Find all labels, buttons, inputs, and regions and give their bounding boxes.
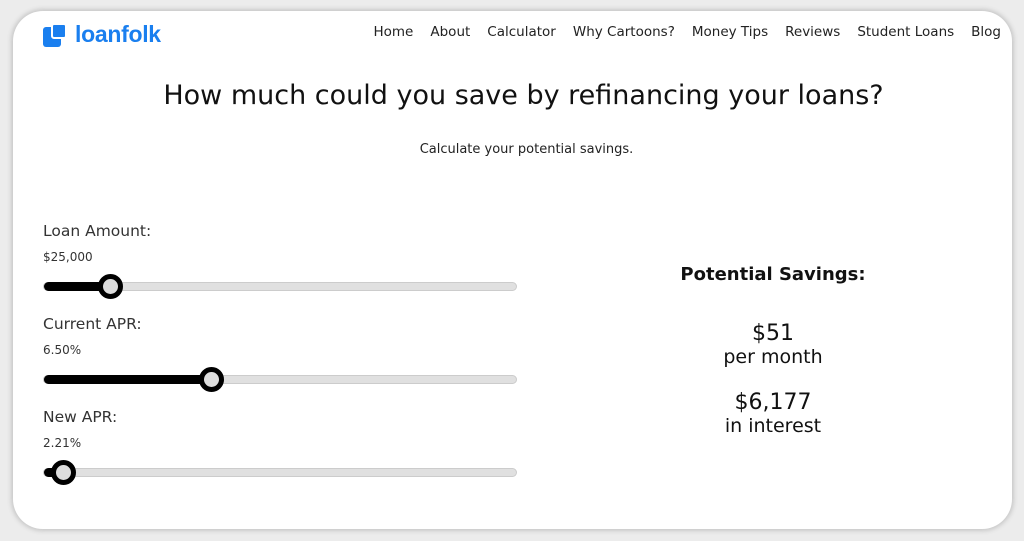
loan-amount-slider[interactable] [43, 274, 517, 299]
nav-why-cartoons[interactable]: Why Cartoons? [573, 24, 675, 40]
nav-blog[interactable]: Blog [971, 24, 1001, 40]
nav-home[interactable]: Home [374, 24, 414, 40]
slider-thumb[interactable] [50, 460, 76, 485]
nav-money-tips[interactable]: Money Tips [692, 24, 768, 40]
slider-value: 2.21% [43, 436, 82, 450]
nav-student-loans[interactable]: Student Loans [857, 24, 954, 40]
main-nav: Home About Calculator Why Cartoons? Mone… [374, 24, 1002, 40]
interest-amount: $6,177 [734, 390, 812, 415]
logo[interactable]: loanfolk [43, 21, 161, 48]
current-apr-control: Current APR: 6.50% [43, 315, 517, 392]
monthly-amount: $51 [752, 321, 794, 346]
logo-icon [43, 22, 67, 47]
monthly-unit: per month [723, 346, 823, 368]
monthly-savings: $51 per month [673, 321, 873, 368]
new-apr-control: New APR: 2.21% [43, 408, 517, 485]
slider-thumb[interactable] [199, 367, 225, 392]
new-apr-slider[interactable] [43, 460, 517, 485]
nav-reviews[interactable]: Reviews [785, 24, 840, 40]
slider-label: Current APR: [43, 315, 142, 333]
page-subtitle: Calculate your potential savings. [419, 142, 634, 157]
nav-about[interactable]: About [430, 24, 470, 40]
slider-label: Loan Amount: [43, 222, 152, 240]
loan-amount-control: Loan Amount: $25,000 [43, 222, 517, 299]
slider-value: $25,000 [43, 250, 93, 264]
current-apr-slider[interactable] [43, 367, 517, 392]
slider-fill [44, 375, 212, 384]
interest-unit: in interest [724, 415, 822, 437]
interest-savings: $6,177 in interest [673, 390, 873, 437]
page-title: How much could you save by refinancing y… [163, 80, 884, 111]
brand-name: loanfolk [75, 21, 161, 47]
savings-title: Potential Savings: [680, 264, 866, 285]
nav-calculator[interactable]: Calculator [487, 24, 556, 40]
slider-value: 6.50% [43, 343, 82, 357]
slider-thumb[interactable] [98, 274, 124, 299]
slider-label: New APR: [43, 408, 118, 426]
